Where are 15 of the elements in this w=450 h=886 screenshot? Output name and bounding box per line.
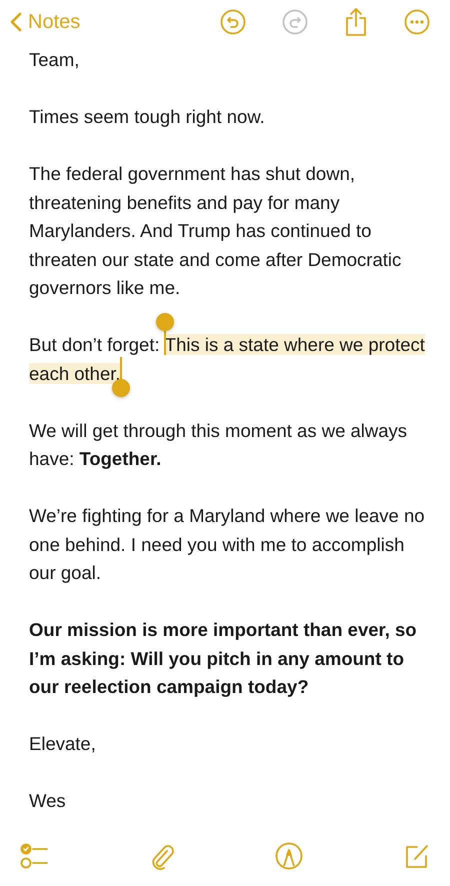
pen-tip-icon[interactable]: [274, 842, 303, 870]
note-paragraph: We will get through this moment as we always have: Together.: [29, 418, 408, 471]
share-icon[interactable]: [344, 7, 368, 37]
back-chevron-icon: [10, 12, 22, 32]
undo-icon[interactable]: [220, 9, 246, 35]
note-paragraph: Wes: [29, 789, 67, 813]
checklist-icon[interactable]: [20, 843, 50, 869]
note-paragraph: We’re fighting for a Maryland where we leave no one behind. I need you with me to accomplish our goal.: [29, 504, 426, 585]
note-paragraph: Elevate,: [29, 732, 97, 756]
note-paragraph: Our mission is more important than ever, so I’m asking: Will you pitch in any amount to our reelection campaign today?: [29, 618, 418, 699]
note-paragraph: The federal government has shut down, threatening benefits and pay for many Marylanders. And Trump has continued to threaten our state and come after Democratic governors like me.: [29, 162, 402, 300]
note-paragraph: Times seem tough right now.: [29, 105, 266, 129]
back-button[interactable]: Notes: [10, 10, 80, 34]
note-paragraph: Team,: [29, 48, 80, 72]
more-icon[interactable]: [404, 9, 430, 35]
